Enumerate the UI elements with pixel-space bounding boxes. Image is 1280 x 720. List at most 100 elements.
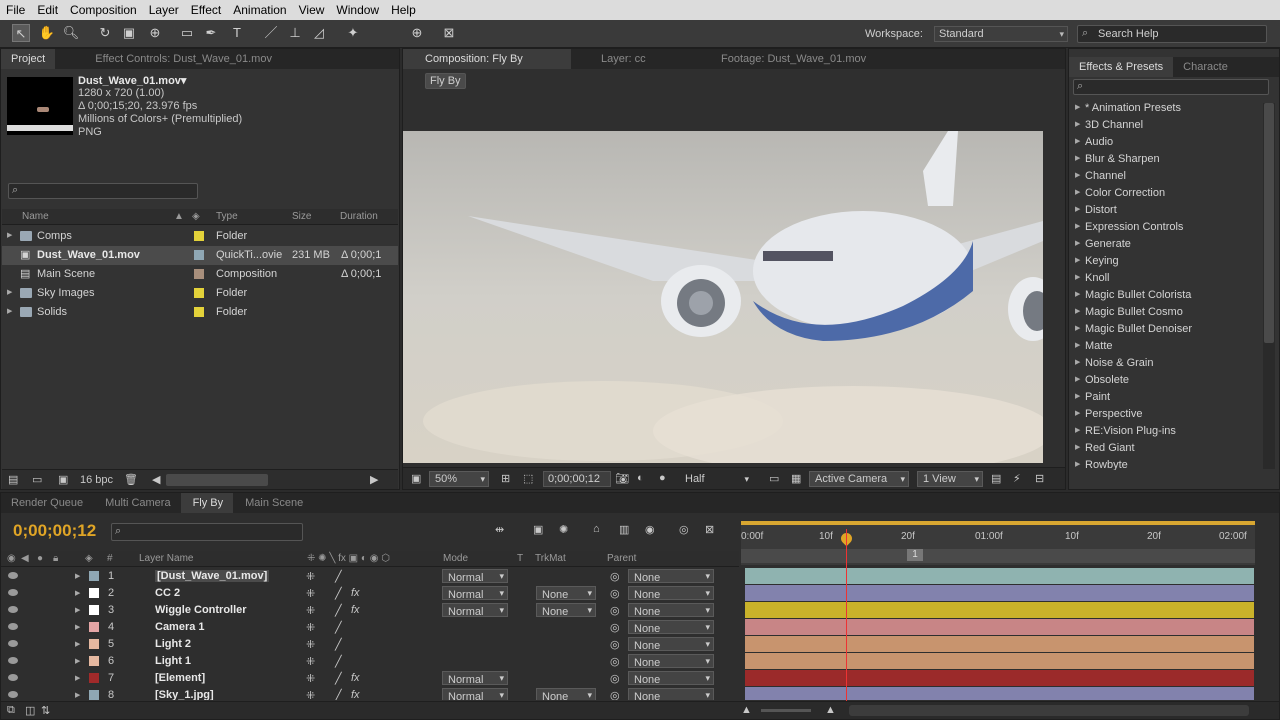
brainstorm-icon[interactable]: ◉ (645, 523, 655, 536)
expand-triangle-icon[interactable]: ▶ (1075, 188, 1080, 196)
project-scrollbar[interactable] (166, 474, 268, 486)
layer-name[interactable]: CC 2 (155, 587, 180, 599)
trash-icon[interactable]: 🗑︎ (124, 473, 138, 486)
puppet-tool-icon[interactable]: ✦ (344, 24, 362, 42)
layer-row[interactable]: ▶ 2 CC 2 ⁜ ╱ fx Normal None ◎ None (1, 585, 1279, 602)
magnification-dropdown[interactable]: 50% (429, 471, 489, 487)
expand-triangle-icon[interactable]: ▶ (1075, 375, 1080, 383)
pen-tool-icon[interactable]: ✒ (202, 24, 220, 42)
trkmat-dropdown[interactable]: None (536, 688, 596, 700)
layer-name[interactable]: [Sky_1.jpg] (155, 689, 214, 700)
tab-main-scene[interactable]: Main Scene (233, 493, 313, 513)
layer-row[interactable]: ▶ 7 [Element] ⁜ ╱ fx Normal ◎ None (1, 670, 1279, 687)
effect-category[interactable]: ▶ Magic Bullet Colorista (1069, 287, 1259, 304)
layer-duration-bar[interactable] (745, 687, 1254, 700)
effect-category[interactable]: ▶ Matte (1069, 338, 1259, 355)
layer-label-swatch[interactable] (89, 588, 99, 598)
effect-category[interactable]: ▶ Paint (1069, 389, 1259, 406)
draft-3d-icon[interactable]: ▣ (533, 523, 543, 536)
tab-render-queue[interactable]: Render Queue (1, 493, 93, 513)
eye-icon[interactable] (8, 674, 18, 681)
rectangle-tool-icon[interactable]: ▭ (178, 24, 196, 42)
menu-file[interactable]: File (0, 3, 31, 17)
expand-triangle-icon[interactable]: ▶ (75, 691, 80, 699)
shy-switch-icon[interactable]: ⁜ (306, 621, 315, 634)
layer-label-swatch[interactable] (89, 571, 99, 581)
tab-multi-camera[interactable]: Multi Camera (93, 493, 180, 513)
comp-breadcrumb[interactable]: Fly By (425, 73, 466, 89)
col-layer-name[interactable]: Layer Name (139, 553, 193, 564)
tab-composition[interactable]: Composition: Fly By (403, 49, 571, 69)
motion-blur-icon[interactable]: ▥ (619, 523, 629, 536)
expand-triangle-icon[interactable]: ▶ (1075, 205, 1080, 213)
expand-triangle-icon[interactable]: ▶ (75, 606, 80, 614)
layer-row[interactable]: ▶ 4 Camera 1 ⁜ ╱ ◎ None (1, 619, 1279, 636)
quality-switch-icon[interactable]: ╱ (335, 689, 342, 700)
parent-dropdown[interactable]: None (628, 637, 714, 652)
layer-mode-dropdown[interactable]: Normal (442, 671, 508, 686)
current-time-indicator[interactable] (846, 529, 847, 701)
scroll-right-icon[interactable]: ▶ (370, 473, 378, 486)
project-item[interactable]: ▤ Main Scene Composition Δ 0;00;1 (2, 265, 398, 284)
fast-previews-icon[interactable]: ⚡︎ (1013, 472, 1021, 485)
expand-triangle-icon[interactable]: ▶ (1075, 290, 1080, 298)
trkmat-dropdown[interactable]: None (536, 603, 596, 618)
resolution-dropdown[interactable]: Half (679, 471, 753, 487)
layer-name[interactable]: [Dust_Wave_01.mov] (155, 570, 270, 582)
quality-switch-icon[interactable]: ╱ (335, 621, 342, 634)
timeline-timecode[interactable]: 0;00;00;12 (13, 521, 96, 541)
new-comp-icon[interactable]: ▣ (58, 473, 68, 486)
parent-pickwhip-icon[interactable]: ◎ (610, 672, 620, 685)
eye-icon[interactable] (8, 657, 18, 664)
work-area-bar[interactable] (741, 521, 1255, 525)
toggle-pixel-aspect-icon[interactable]: ▤ (991, 472, 1001, 485)
layer-duration-bar[interactable] (745, 568, 1254, 584)
shy-switch-icon[interactable]: ⁜ (306, 587, 315, 600)
expand-triangle-icon[interactable]: ▶ (1075, 443, 1080, 451)
comp-marker[interactable]: 1 (907, 549, 923, 561)
mask-visibility-icon[interactable]: ⬚ (523, 472, 533, 485)
effect-category[interactable]: ▶ Blur & Sharpen (1069, 151, 1259, 168)
selection-tool-icon[interactable]: ↖ (12, 24, 30, 42)
parent-dropdown[interactable]: None (628, 569, 714, 584)
parent-dropdown[interactable]: None (628, 688, 714, 700)
shy-switch-icon[interactable]: ⁜ (306, 689, 315, 700)
effect-category[interactable]: ▶ Obsolete (1069, 372, 1259, 389)
quality-switch-icon[interactable]: ╱ (335, 638, 342, 651)
fx-switch-icon[interactable]: fx (351, 689, 360, 700)
expand-triangle-icon[interactable]: ▶ (1075, 358, 1080, 366)
expand-triangle-icon[interactable]: ▶ (1075, 307, 1080, 315)
parent-dropdown[interactable]: None (628, 603, 714, 618)
hide-shy-layers-icon[interactable]: ✺ (559, 523, 568, 536)
quality-switch-icon[interactable]: ╱ (335, 570, 342, 583)
timeline-scrollbar[interactable] (849, 705, 1249, 716)
shy-switch-icon[interactable]: ⁜ (306, 672, 315, 685)
region-of-interest-icon[interactable]: ▭ (769, 472, 779, 485)
layer-row[interactable]: ▶ 5 Light 2 ⁜ ╱ ◎ None (1, 636, 1279, 653)
eye-icon[interactable] (8, 640, 18, 647)
layer-mode-dropdown[interactable]: Normal (442, 603, 508, 618)
parent-pickwhip-icon[interactable]: ◎ (610, 655, 620, 668)
expand-triangle-icon[interactable]: ▶ (1075, 426, 1080, 434)
layer-label-swatch[interactable] (89, 656, 99, 666)
expand-triangle-icon[interactable]: ▶ (1075, 154, 1080, 162)
tab-character[interactable]: Characte (1173, 57, 1238, 77)
effect-category[interactable]: ▶ Expression Controls (1069, 219, 1259, 236)
layer-duration-bar[interactable] (745, 602, 1254, 618)
fx-switch-icon[interactable]: fx (351, 672, 360, 684)
col-size[interactable]: Size (292, 211, 311, 222)
rotate-tool-icon[interactable]: ↻ (96, 24, 114, 42)
view-layout-dropdown[interactable]: 1 View (917, 471, 983, 487)
quality-switch-icon[interactable]: ╱ (335, 655, 342, 668)
show-snapshot-icon[interactable]: ◐ (637, 472, 644, 484)
expand-triangle-icon[interactable]: ▶ (1075, 273, 1080, 281)
shy-switch-icon[interactable]: ⁜ (306, 638, 315, 651)
tab-footage[interactable]: Footage: Dust_Wave_01.mov (691, 49, 876, 69)
effect-category[interactable]: ▶ Rowbyte (1069, 457, 1259, 470)
layer-name[interactable]: [Element] (155, 672, 205, 684)
expand-triangle-icon[interactable]: ▶ (1075, 324, 1080, 332)
effect-category[interactable]: ▶ Magic Bullet Denoiser (1069, 321, 1259, 338)
brush-tool-icon[interactable]: ／ (262, 24, 280, 42)
layer-mode-dropdown[interactable]: Normal (442, 586, 508, 601)
expand-triangle-icon[interactable]: ▶ (7, 231, 12, 239)
